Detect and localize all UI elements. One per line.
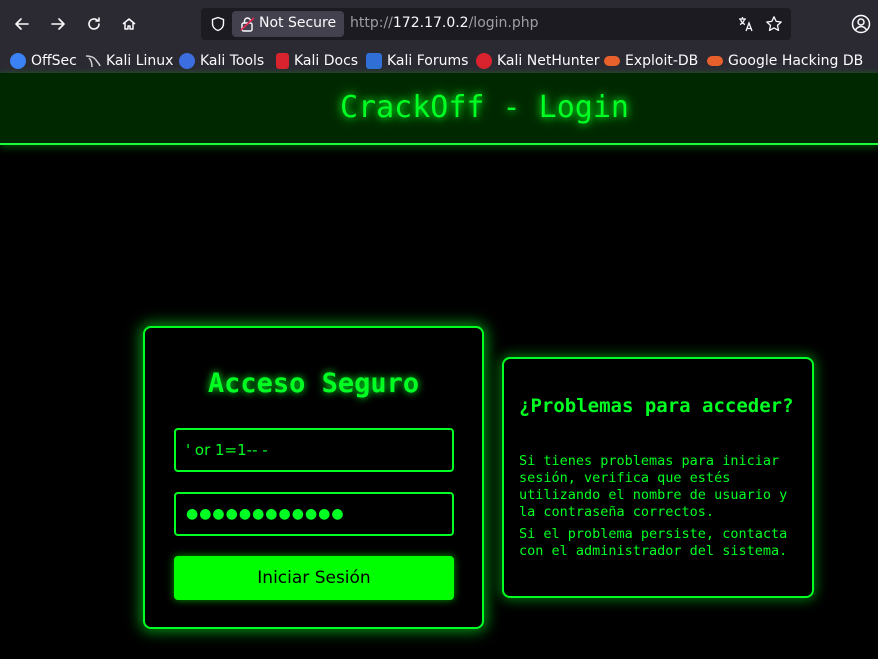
url-host: 172.17.0.2 (392, 15, 469, 31)
bookmark-label: Kali Tools (200, 53, 265, 69)
translate-icon[interactable] (736, 14, 756, 34)
page-title: CrackOff - Login (340, 90, 629, 125)
url-protocol: http:// (350, 15, 393, 31)
exploit-db-icon (604, 56, 620, 66)
account-icon[interactable] (850, 13, 872, 35)
login-button[interactable]: Iniciar Sesión (174, 556, 454, 600)
ghdb-icon (707, 56, 723, 66)
bookmark-exploit-db[interactable]: Exploit-DB (604, 51, 698, 71)
bookmark-label: Exploit-DB (625, 53, 699, 69)
help-panel: ¿Problemas para acceder? Si tienes probl… (502, 357, 814, 598)
home-icon[interactable] (115, 10, 143, 38)
kali-dragon-icon (85, 53, 101, 69)
nethunter-icon (476, 53, 492, 69)
password-input[interactable]: ●●●●●●●●●●●● (174, 492, 454, 536)
help-paragraph-1: Si tienes problemas para iniciar sesión,… (519, 453, 788, 520)
not-secure-label: Not Secure (259, 15, 337, 31)
tracking-shield-icon[interactable] (208, 14, 228, 34)
bookmark-label: Google Hacking DB (728, 53, 864, 69)
bookmark-kali-forums[interactable]: Kali Forums (366, 51, 468, 71)
kali-docs-icon (276, 53, 289, 69)
bookmark-offsec[interactable]: OffSec (10, 51, 77, 71)
url-text[interactable]: http://172.17.0.2/login.php (350, 15, 539, 31)
bookmark-kali-docs[interactable]: Kali Docs (276, 51, 358, 71)
username-input[interactable]: ' or 1=1-- - (174, 428, 454, 472)
bookmark-label: Kali Forums (387, 53, 469, 69)
offsec-icon (10, 53, 26, 69)
bookmark-kali-nethunter[interactable]: Kali NetHunter (476, 51, 599, 71)
reload-icon[interactable] (80, 10, 108, 38)
bookmarks-toolbar: OffSec Kali Linux Kali Tools Kali Docs K… (0, 48, 878, 73)
forward-arrow-icon[interactable] (44, 10, 72, 38)
bookmark-label: Kali Docs (294, 53, 359, 69)
bookmark-label: Kali NetHunter (497, 53, 600, 69)
login-title: Acceso Seguro (207, 368, 420, 399)
bookmark-kali-linux[interactable]: Kali Linux (85, 51, 173, 71)
url-bar[interactable]: Not Secure http://172.17.0.2/login.php (201, 8, 791, 40)
login-form: Acceso Seguro ' or 1=1-- - ●●●●●●●●●●●● … (143, 326, 484, 629)
site-security-indicator[interactable]: Not Secure (232, 11, 344, 37)
kali-tools-icon (179, 53, 195, 69)
help-title: ¿Problemas para acceder? (519, 395, 794, 417)
site-header: CrackOff - Login (0, 73, 878, 145)
page-content: CrackOff - Login Acceso Seguro ' or 1=1-… (0, 73, 878, 659)
insecure-lock-icon (240, 16, 255, 36)
browser-toolbar: Not Secure http://172.17.0.2/login.php (0, 0, 878, 48)
back-arrow-icon[interactable] (8, 10, 36, 38)
url-path: /login.php (468, 15, 539, 31)
kali-forums-icon (366, 53, 382, 69)
bookmark-google-hacking-db[interactable]: Google Hacking DB (707, 51, 863, 71)
help-paragraph-2: Si el problema persiste, contacta con el… (519, 526, 788, 559)
bookmark-kali-tools[interactable]: Kali Tools (179, 51, 264, 71)
bookmark-label: OffSec (31, 53, 77, 69)
bookmark-label: Kali Linux (106, 53, 174, 69)
bookmark-star-icon[interactable] (764, 14, 784, 34)
